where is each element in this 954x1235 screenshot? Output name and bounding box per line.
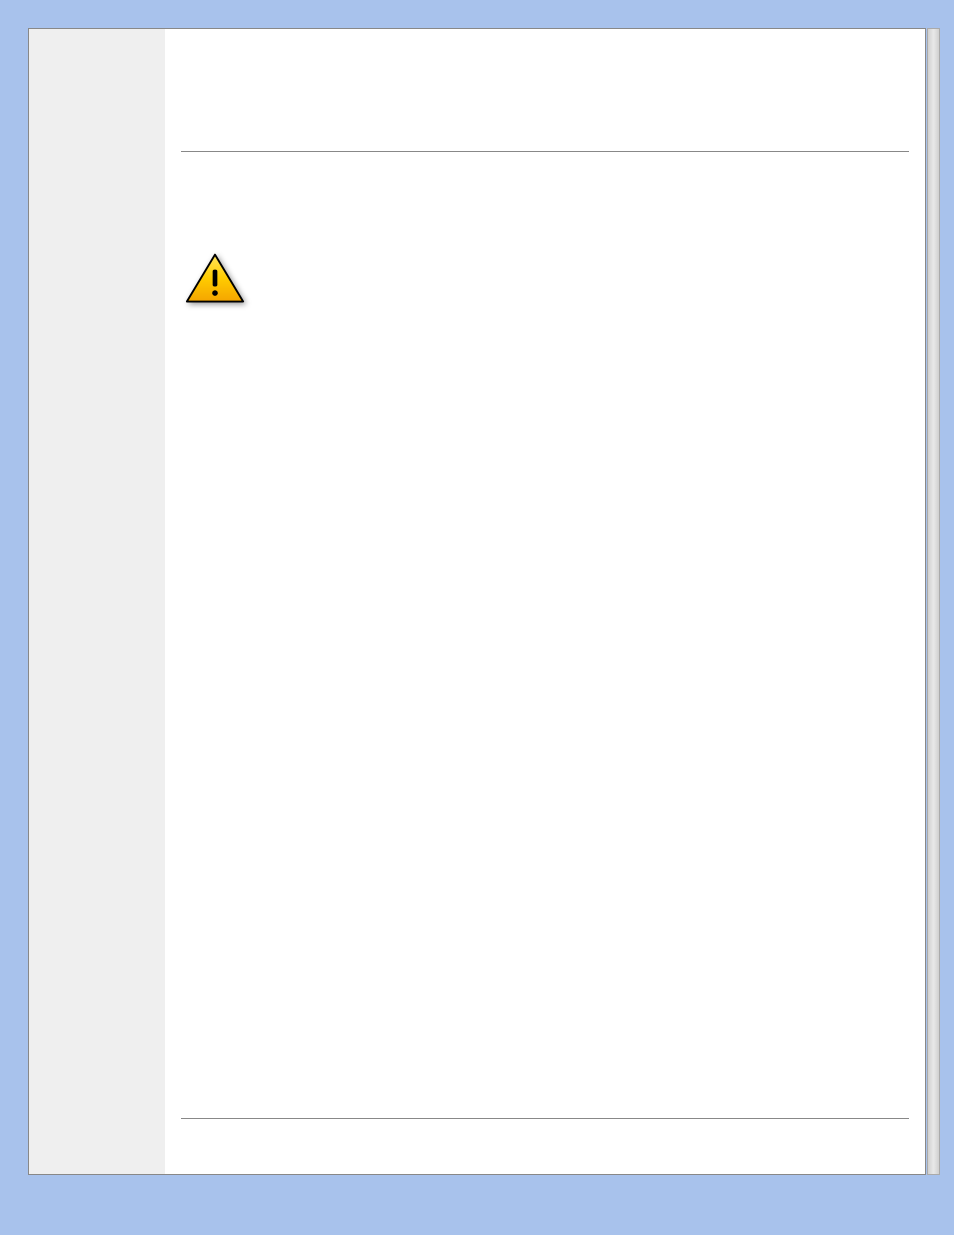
- warning-icon: [185, 252, 245, 306]
- content-panel: [165, 29, 925, 1174]
- divider-top: [181, 151, 909, 152]
- vertical-scrollbar[interactable]: [927, 28, 940, 1175]
- divider-bottom: [181, 1118, 909, 1119]
- sidebar-panel: [29, 29, 165, 1174]
- main-window: [28, 28, 926, 1175]
